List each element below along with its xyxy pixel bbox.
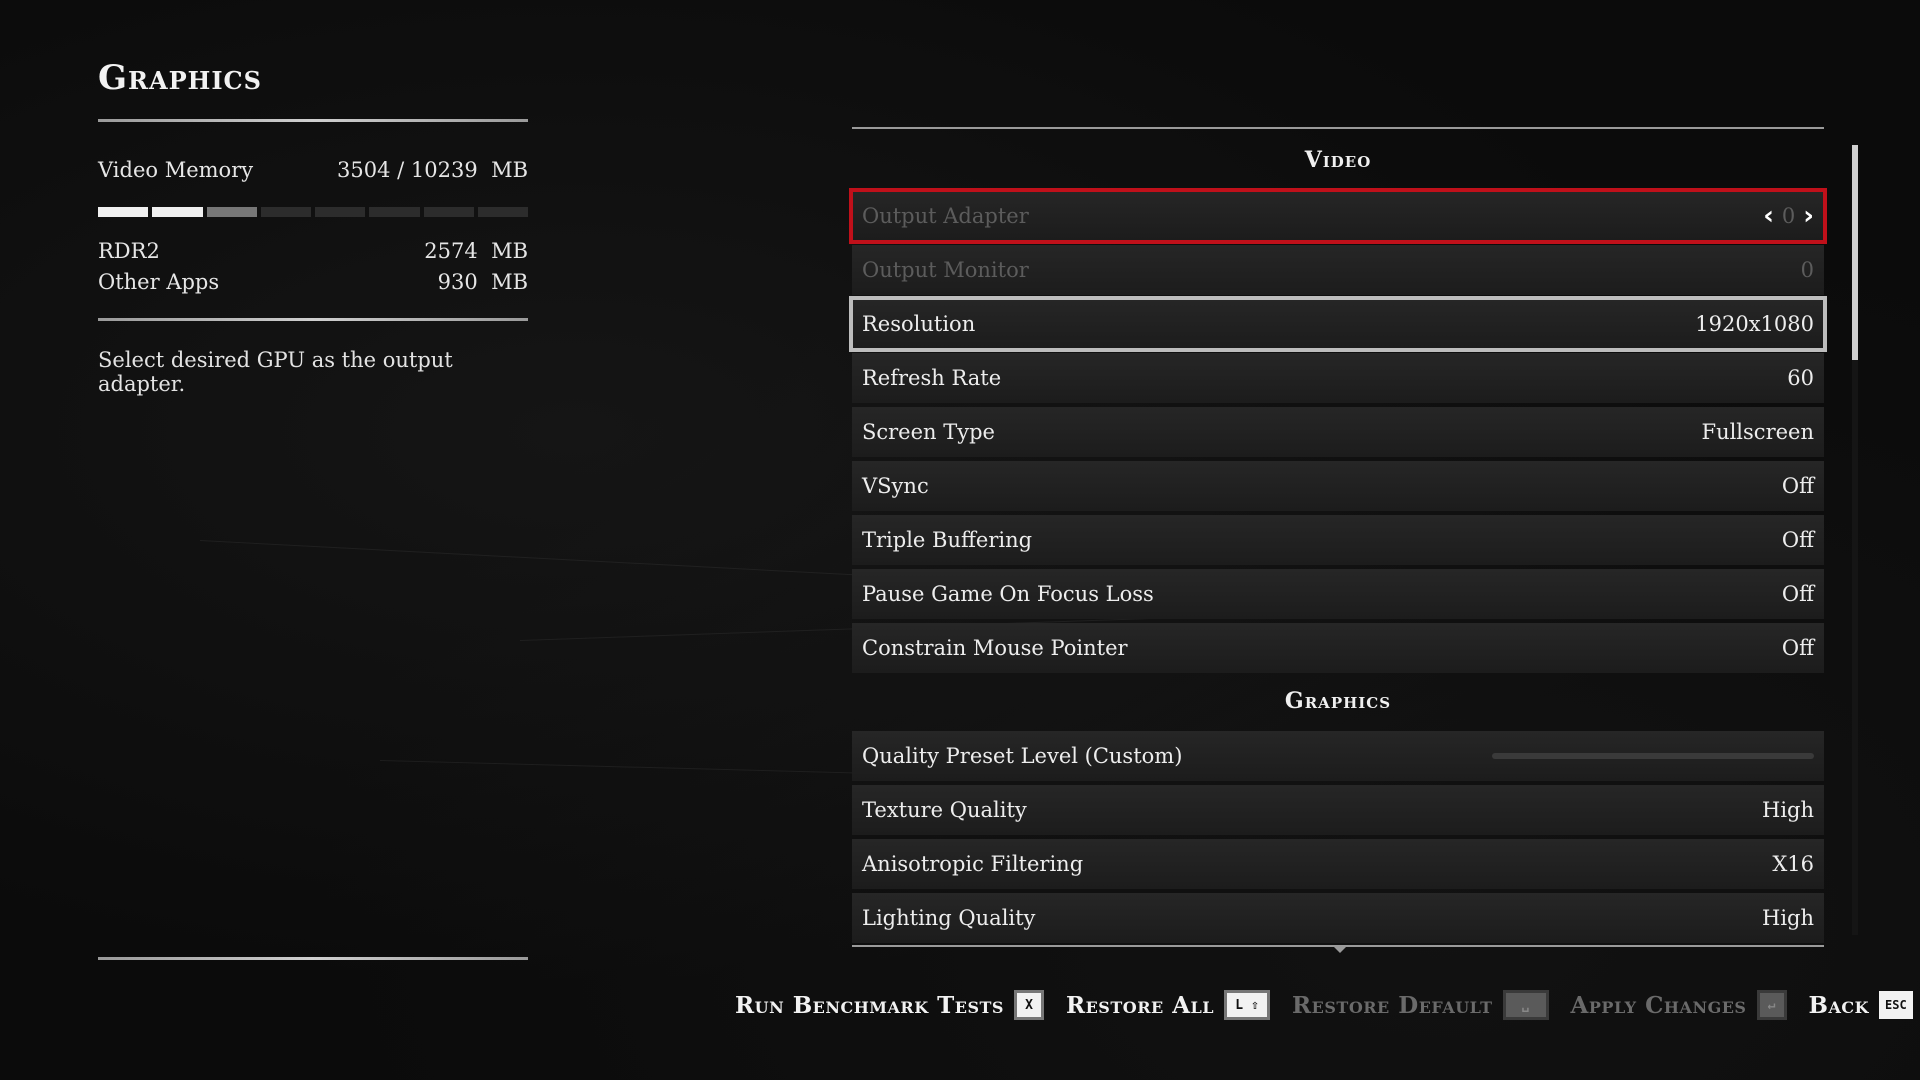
setting-value: 60 bbox=[1787, 366, 1814, 390]
setting-vsync[interactable]: VSync Off bbox=[852, 461, 1824, 511]
setting-label: Pause Game On Focus Loss bbox=[862, 582, 1154, 606]
key-space-icon: ␣ bbox=[1502, 990, 1549, 1020]
setting-pause-game-focus-loss[interactable]: Pause Game On Focus Loss Off bbox=[852, 569, 1824, 619]
video-memory-total: / 10239 bbox=[397, 158, 478, 182]
setting-label: Screen Type bbox=[862, 420, 995, 444]
section-header-graphics: Graphics bbox=[1284, 688, 1392, 714]
setting-value: Fullscreen bbox=[1701, 420, 1815, 444]
run-benchmark-button[interactable]: Run Benchmark Tests X bbox=[735, 990, 1044, 1020]
setting-resolution[interactable]: Resolution 1920x1080 bbox=[849, 296, 1827, 352]
divider bbox=[98, 318, 528, 321]
memory-bar-segment bbox=[152, 207, 203, 217]
setting-refresh-rate[interactable]: Refresh Rate 60 bbox=[852, 353, 1824, 403]
setting-label: Constrain Mouse Pointer bbox=[862, 636, 1128, 660]
memory-bar-segment bbox=[260, 207, 311, 217]
setting-value: High bbox=[1762, 906, 1814, 930]
value-selector: ‹ 0 › bbox=[1763, 203, 1814, 229]
video-memory-value: 3504 / 10239 MB bbox=[337, 158, 528, 182]
video-memory-used: 3504 bbox=[337, 158, 391, 182]
video-memory-label: Video Memory bbox=[98, 158, 254, 182]
video-memory-row: Video Memory 3504 / 10239 MB bbox=[98, 158, 528, 182]
setting-label: Anisotropic Filtering bbox=[862, 852, 1084, 876]
divider bbox=[98, 119, 528, 122]
action-label: Restore All bbox=[1065, 991, 1215, 1019]
setting-label: Output Monitor bbox=[862, 258, 1029, 282]
rdr2-memory-row: RDR2 2574 MB bbox=[98, 239, 528, 263]
setting-label: Output Adapter bbox=[862, 204, 1029, 228]
quality-preset-slider[interactable] bbox=[1492, 753, 1814, 759]
setting-value: Off bbox=[1781, 528, 1814, 552]
chevron-right-icon[interactable]: › bbox=[1803, 203, 1814, 229]
memory-bar-segment bbox=[477, 207, 528, 217]
scroll-down-caret-icon bbox=[1332, 945, 1348, 953]
section-header-video: Video bbox=[1304, 147, 1372, 173]
memory-bar-segment bbox=[98, 207, 149, 217]
setting-label: Triple Buffering bbox=[862, 528, 1033, 552]
setting-value: Off bbox=[1781, 636, 1814, 660]
setting-value: 1920x1080 bbox=[1695, 312, 1814, 336]
restore-default-button[interactable]: Restore Default ␣ bbox=[1292, 990, 1549, 1020]
key-esc-icon: ESC bbox=[1879, 991, 1913, 1019]
setting-label: Texture Quality bbox=[862, 798, 1027, 822]
other-apps-memory-row: Other Apps 930 MB bbox=[98, 270, 528, 294]
setting-value: High bbox=[1762, 798, 1814, 822]
video-memory-bar bbox=[98, 207, 528, 217]
divider bbox=[98, 957, 528, 960]
other-apps-label: Other Apps bbox=[98, 270, 220, 294]
setting-screen-type[interactable]: Screen Type Fullscreen bbox=[852, 407, 1824, 457]
action-bar: Run Benchmark Tests X Restore All L ⇧ Re… bbox=[735, 985, 1913, 1025]
action-label: Apply Changes bbox=[1570, 991, 1747, 1019]
scrollbar-thumb[interactable] bbox=[1852, 145, 1858, 360]
setting-texture-quality[interactable]: Texture Quality High bbox=[852, 785, 1824, 835]
rdr2-unit: MB bbox=[491, 239, 528, 263]
key-l-shift-icon: L ⇧ bbox=[1224, 990, 1271, 1020]
setting-constrain-mouse-pointer[interactable]: Constrain Mouse Pointer Off bbox=[852, 623, 1824, 673]
setting-description: Select desired GPU as the output adapter… bbox=[98, 348, 453, 396]
setting-label: Resolution bbox=[862, 312, 976, 336]
memory-bar-segment bbox=[369, 207, 420, 217]
settings-top-rule bbox=[852, 127, 1824, 129]
other-apps-unit: MB bbox=[491, 270, 528, 294]
restore-all-button[interactable]: Restore All L ⇧ bbox=[1065, 990, 1271, 1020]
setting-value: 0 bbox=[1781, 204, 1796, 228]
setting-triple-buffering[interactable]: Triple Buffering Off bbox=[852, 515, 1824, 565]
chevron-left-icon[interactable]: ‹ bbox=[1763, 203, 1774, 229]
memory-bar-segment bbox=[423, 207, 474, 217]
setting-lighting-quality[interactable]: Lighting Quality High bbox=[852, 893, 1824, 943]
setting-label: Quality Preset Level (Custom) bbox=[862, 744, 1183, 768]
setting-label: Lighting Quality bbox=[862, 906, 1036, 930]
setting-value: 0 bbox=[1800, 258, 1814, 282]
memory-bar-segment bbox=[315, 207, 366, 217]
page-title: Graphics bbox=[98, 58, 262, 98]
rdr2-label: RDR2 bbox=[98, 239, 160, 263]
setting-output-adapter[interactable]: Output Adapter ‹ 0 › bbox=[849, 188, 1827, 244]
setting-value: Off bbox=[1781, 582, 1814, 606]
apply-changes-button[interactable]: Apply Changes ↵ bbox=[1571, 990, 1787, 1020]
setting-quality-preset-level[interactable]: Quality Preset Level (Custom) bbox=[852, 731, 1824, 781]
setting-label: Refresh Rate bbox=[862, 366, 1002, 390]
other-apps-value: 930 MB bbox=[438, 270, 528, 294]
setting-value: X16 bbox=[1772, 852, 1814, 876]
back-button[interactable]: Back ESC bbox=[1809, 991, 1913, 1019]
setting-value: Off bbox=[1781, 474, 1814, 498]
video-memory-unit: MB bbox=[491, 158, 528, 182]
setting-anisotropic-filtering[interactable]: Anisotropic Filtering X16 bbox=[852, 839, 1824, 889]
setting-output-monitor[interactable]: Output Monitor 0 bbox=[852, 245, 1824, 295]
action-label: Run Benchmark Tests bbox=[735, 991, 1004, 1019]
key-x-icon: X bbox=[1013, 990, 1044, 1020]
other-apps-value-number: 930 bbox=[437, 270, 478, 294]
key-enter-icon: ↵ bbox=[1756, 990, 1787, 1020]
action-label: Restore Default bbox=[1292, 991, 1493, 1019]
memory-bar-segment bbox=[206, 207, 257, 217]
action-label: Back bbox=[1808, 991, 1869, 1019]
setting-label: VSync bbox=[862, 474, 929, 498]
rdr2-value-number: 2574 bbox=[424, 239, 478, 263]
rdr2-value: 2574 MB bbox=[424, 239, 528, 263]
